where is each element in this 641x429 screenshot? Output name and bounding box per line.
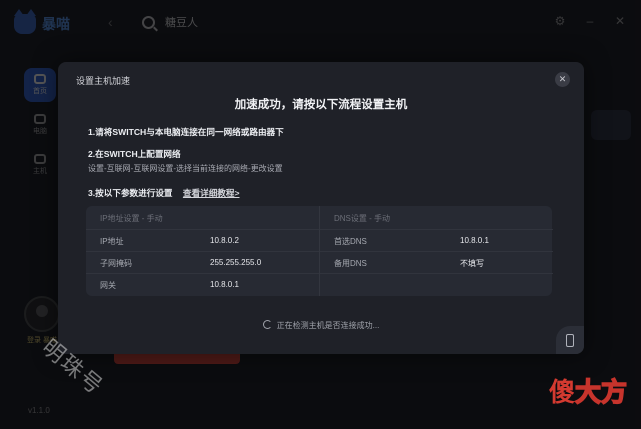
table-row: 网关 10.8.0.1 xyxy=(86,273,319,296)
subnet-label: 子网掩码 xyxy=(100,259,132,268)
step-2-text: 2.在SWITCH上配置网络 xyxy=(88,149,181,159)
table-row: 备用DNS 不填写 xyxy=(320,251,553,274)
step-3-text: 3.按以下参数进行设置 xyxy=(88,188,173,198)
close-dialog-button[interactable]: ✕ xyxy=(555,72,570,87)
primary-dns-label: 首选DNS xyxy=(334,237,367,246)
ip-value: 10.8.0.2 xyxy=(210,236,239,245)
subnet-value: 255.255.255.0 xyxy=(210,258,262,267)
watermark-right: 傻大方 xyxy=(548,377,628,409)
detecting-text: 正在检测主机是否连接成功... xyxy=(276,321,380,330)
secondary-dns-value: 不填写 xyxy=(460,259,484,268)
secondary-dns-label: 备用DNS xyxy=(334,259,367,268)
mobile-button[interactable] xyxy=(556,326,584,354)
detecting-status: 正在检测主机是否连接成功... xyxy=(58,320,584,331)
step-2-description: 设置-互联网-互联网设置-选择当前连接的网络-更改设置 xyxy=(88,164,283,173)
dns-settings-header: DNS设置 - 手动 xyxy=(334,214,390,223)
table-row: IP地址 10.8.0.2 xyxy=(86,229,319,252)
gateway-label: 网关 xyxy=(100,281,116,290)
table-row: 首选DNS 10.8.0.1 xyxy=(320,229,553,252)
primary-dns-value: 10.8.0.1 xyxy=(460,236,489,245)
table-row: 子网掩码 255.255.255.0 xyxy=(86,251,319,274)
dialog-title: 设置主机加速 xyxy=(76,76,131,86)
ip-settings-header: IP地址设置 - 手动 xyxy=(100,214,163,223)
network-settings-table: IP地址设置 - 手动 IP地址 10.8.0.2 子网掩码 255.255.2… xyxy=(86,206,553,296)
tutorial-link[interactable]: 查看详细教程> xyxy=(183,188,240,198)
dns-settings-column: DNS设置 - 手动 首选DNS 10.8.0.1 备用DNS 不填写 xyxy=(319,206,553,296)
ip-settings-column: IP地址设置 - 手动 IP地址 10.8.0.2 子网掩码 255.255.2… xyxy=(86,206,319,296)
gateway-value: 10.8.0.1 xyxy=(210,280,239,289)
ip-label: IP地址 xyxy=(100,237,124,246)
dialog-headline: 加速成功，请按以下流程设置主机 xyxy=(234,99,408,111)
loading-spinner-icon xyxy=(262,320,272,329)
step-1-text: 1.请将SWITCH与本电脑连接在同一网络或路由器下 xyxy=(88,127,284,137)
host-acceleration-dialog: 设置主机加速 ✕ 加速成功，请按以下流程设置主机 1.请将SWITCH与本电脑连… xyxy=(58,62,584,354)
phone-icon xyxy=(566,333,574,347)
table-row xyxy=(320,273,553,296)
step-3: 3.按以下参数进行设置 查看详细教程> xyxy=(88,187,240,199)
